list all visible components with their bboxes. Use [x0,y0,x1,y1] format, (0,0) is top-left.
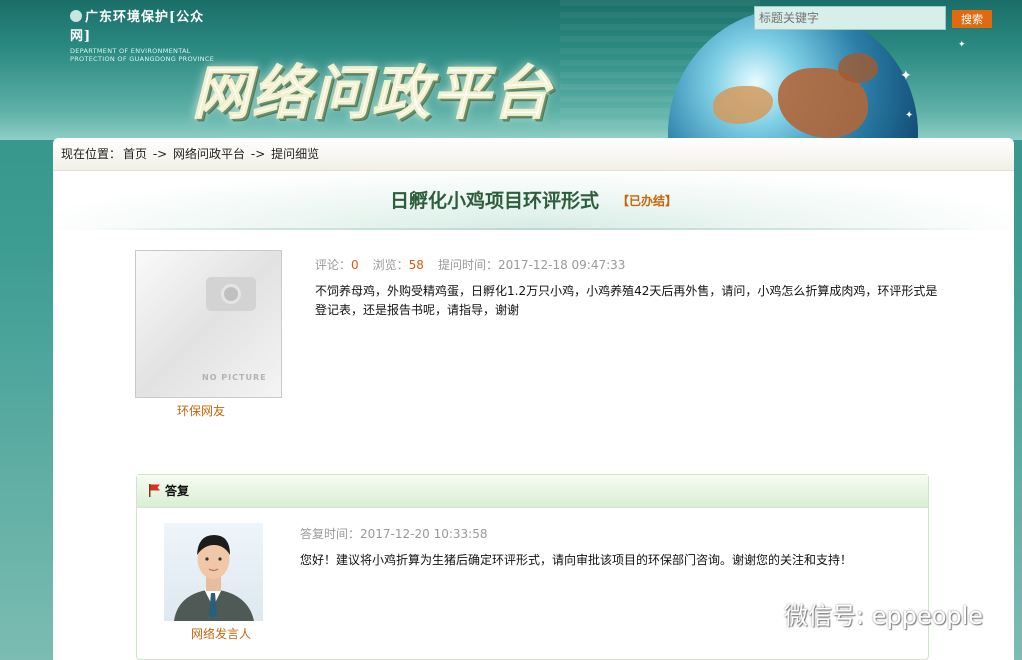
breadcrumb-separator: -> [149,147,172,161]
breadcrumb-section-link[interactable]: 网络问政平台 [173,147,245,161]
content-panel: 现在位置： 首页 -> 网络问政平台 -> 提问细览 日孵化小鸡项目环评形式 【已办… [53,138,1014,660]
question-meta: 评论：0 浏览：58 提问时间：2017-12-18 09:47:33 [315,258,626,272]
watermark-text: 微信号: eppeople [784,602,984,630]
reply-box: 答复 网络发言人 答复时间：2017-12-20 10:33:58 您好！建议将… [136,474,929,660]
status-badge: 【已办结】 [617,194,678,208]
sparkle-icon: ✦ [900,68,912,84]
breadcrumb-separator: -> [247,147,270,161]
brand-name-cn: 广东环境保护[公众网] [70,10,205,44]
comment-count: 0 [351,258,359,272]
sparkle-icon: ✦ [905,110,914,121]
spokesperson-avatar [164,523,263,621]
no-picture-label: NO PICTURE [202,373,267,382]
question-time: 2017-12-18 09:47:33 [497,258,626,272]
platform-title: 网络问政平台 [191,59,553,128]
question-body: 不饲养母鸡，外购受精鸡蛋，日孵化1.2万只小鸡，小鸡养殖42天后再外售，请问，小… [315,284,938,317]
spokesperson-name: 网络发言人 [191,627,252,641]
reply-time: 2017-12-20 10:33:58 [360,527,488,541]
reply-heading: 答复 [165,484,190,498]
asker-name: 环保网友 [177,404,226,418]
wechat-icon [742,602,777,626]
brand-logo-icon [70,10,82,22]
flag-icon [149,484,160,497]
wechat-watermark: 微信号: eppeople [740,596,983,631]
breadcrumb-prefix: 现在位置： [61,147,122,161]
breadcrumb: 现在位置： 首页 -> 网络问政平台 -> 提问细览 [53,138,1014,171]
question-title-row: 日孵化小鸡项目环评形式 【已办结】 [53,186,1014,213]
breadcrumb-current: 提问细览 [271,147,320,161]
camera-icon [206,277,256,311]
question-title: 日孵化小鸡项目环评形式 [389,190,599,212]
search-input[interactable] [754,6,946,30]
search-button[interactable]: 搜索 [952,10,992,28]
no-picture-image: NO PICTURE [135,250,282,398]
breadcrumb-home-link[interactable]: 首页 [123,147,147,161]
reply-header: 答复 [137,475,928,508]
reply-time-row: 答复时间：2017-12-20 10:33:58 [300,527,488,541]
sparkle-icon: ✦ [958,40,966,50]
view-count: 58 [408,258,424,272]
reply-body: 您好！建议将小鸡折算为生猪后确定环评形式，请向审批该项目的环保部门咨询。谢谢您的… [300,553,853,567]
